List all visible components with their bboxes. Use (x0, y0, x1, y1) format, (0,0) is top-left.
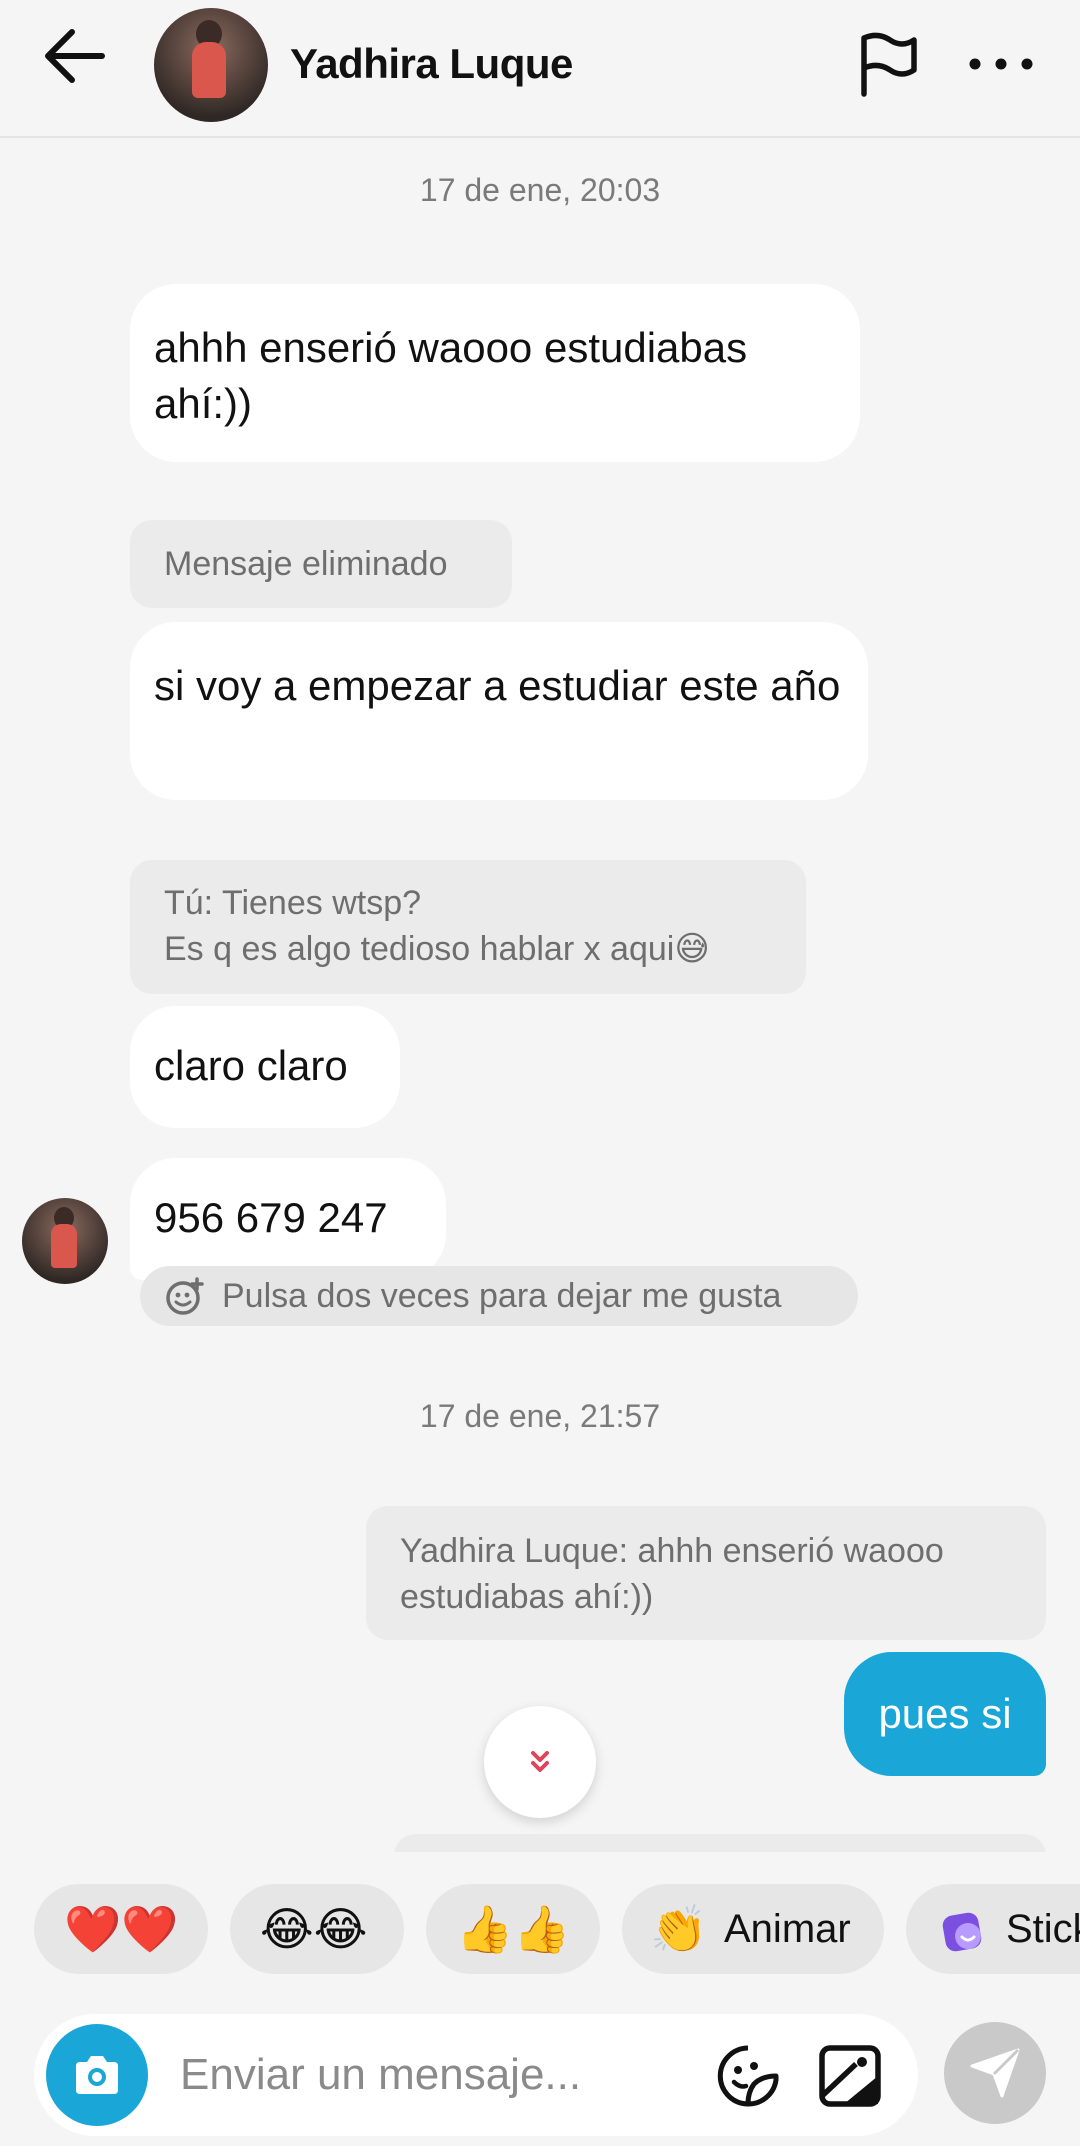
gallery-button[interactable] (816, 2042, 884, 2110)
double-tap-like-hint[interactable]: Pulsa dos veces para dejar me gusta (140, 1266, 858, 1326)
scroll-to-bottom-button[interactable] (484, 1706, 596, 1818)
heart-emoji-icon: ❤️❤️ (64, 1903, 179, 1955)
quick-reaction-stickers[interactable]: Stick (906, 1884, 1080, 1974)
timestamp: 17 de ene, 20:03 (419, 172, 661, 208)
double-chevron-down-icon (531, 1751, 549, 1772)
send-icon (970, 2048, 1020, 2098)
send-button[interactable] (944, 2022, 1046, 2124)
message-composer (34, 2014, 918, 2136)
sticker-icon (942, 1912, 982, 1952)
sender-avatar[interactable] (22, 1198, 108, 1284)
stickers-label: Stick (1006, 1907, 1080, 1951)
camera-button[interactable] (46, 2024, 148, 2126)
chat-header: Yadhira Luque (0, 0, 1080, 138)
quick-reaction-thumbs-up[interactable]: 👍👍 (426, 1884, 600, 1974)
quick-reactions-bar: ❤️❤️ 😂😂 👍👍 👏 Animar Stick (0, 1852, 1080, 1988)
deleted-message: Mensaje eliminado (130, 520, 512, 608)
more-horizontal-icon (969, 58, 1033, 70)
quote-line: Es q es algo tedioso hablar x aqui😅 (164, 930, 710, 968)
message-bubble[interactable]: 956 679 247 (130, 1158, 446, 1280)
back-button[interactable] (40, 26, 120, 94)
contact-name[interactable]: Yadhira Luque (290, 40, 573, 88)
add-reaction-icon (166, 1277, 204, 1315)
message-input[interactable] (180, 2036, 580, 2114)
sticker-smile-icon (717, 2045, 779, 2107)
message-bubble[interactable]: claro claro (130, 1006, 400, 1128)
quick-reaction-laughing[interactable]: 😂😂 (230, 1884, 404, 1974)
quick-reaction-cheer[interactable]: 👏 Animar (622, 1884, 884, 1974)
more-options-button[interactable] (966, 30, 1036, 100)
timestamp: 17 de ene, 21:57 (419, 1398, 661, 1434)
like-hint-label: Pulsa dos veces para dejar me gusta (222, 1277, 782, 1315)
report-button[interactable] (852, 30, 922, 100)
sticker-button[interactable] (714, 2042, 782, 2110)
quick-reaction-hearts[interactable]: ❤️❤️ (34, 1884, 208, 1974)
laughing-emoji-icon: 😂😂 (260, 1903, 368, 1955)
arrow-left-icon (45, 29, 105, 83)
message-bubble[interactable]: ahhh enserió waooo estudiabas ahí:)) (130, 284, 860, 462)
flag-icon (861, 32, 917, 97)
cheer-label: Animar (724, 1907, 851, 1951)
outgoing-message-bubble[interactable]: pues si (844, 1652, 1046, 1776)
message-bubble[interactable]: si voy a empezar a estudiar este año (130, 622, 868, 800)
contact-avatar[interactable] (154, 8, 268, 122)
quoted-message: Yadhira Luque: ahhh enserió waooo estudi… (366, 1506, 1046, 1640)
quote-line: Tú: Tienes wtsp? (164, 884, 422, 922)
image-icon (819, 2045, 881, 2107)
camera-icon (76, 2056, 118, 2094)
quoted-message: Tú: Tienes wtsp? Es q es algo tedioso ha… (130, 860, 806, 994)
clapping-hands-icon: 👏 (650, 1903, 708, 1955)
thumbs-up-emoji-icon: 👍👍 (456, 1903, 571, 1955)
